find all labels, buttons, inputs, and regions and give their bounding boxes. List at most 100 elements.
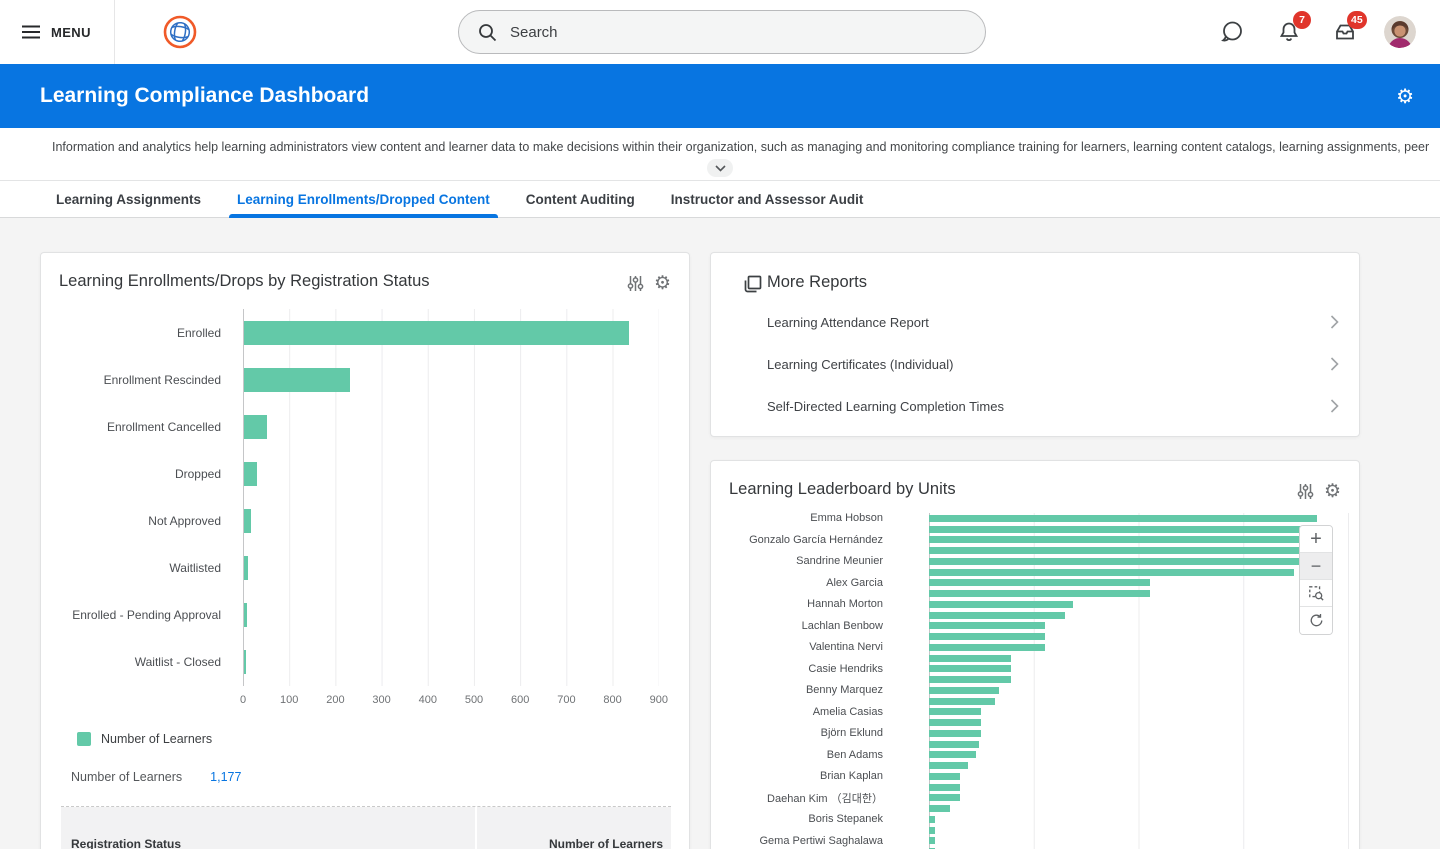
total-value-link[interactable]: 1,177 (210, 770, 241, 784)
bar-alex-garcia-1[interactable] (929, 579, 1150, 586)
learner-name: Ben Adams (731, 750, 906, 761)
bar-casie-hendriks-1[interactable] (929, 665, 1011, 672)
bar-emma-hobson-1[interactable] (929, 515, 1317, 522)
bar-not-approved[interactable] (244, 509, 251, 533)
chart-filter-sliders-icon[interactable] (627, 275, 644, 292)
bar-enrollment-rescinded[interactable] (244, 368, 350, 392)
bar-bj-rn-eklund-2[interactable] (929, 741, 979, 748)
chart-filter-sliders-icon[interactable] (1297, 483, 1314, 500)
report-link-learning-certificates-individual[interactable]: Learning Certificates (Individual) (711, 343, 1361, 385)
enrollments-table-header: Registration Status Number of Learners (61, 806, 671, 849)
bar-enrollment-cancelled[interactable] (244, 415, 267, 439)
bar-dropped[interactable] (244, 462, 257, 486)
learner-name: Daehan Kim （김대한） (731, 793, 906, 804)
bar-hannah-morton-2[interactable] (929, 612, 1065, 619)
learner-name: Casie Hendriks (731, 664, 906, 675)
bar-enrolled-pending-approval[interactable] (244, 603, 247, 627)
marquee-zoom-icon (1308, 585, 1324, 601)
chart-row-dropped: Dropped (41, 450, 681, 497)
bar-amelia-casias-1[interactable] (929, 708, 981, 715)
search-bar[interactable] (458, 10, 986, 54)
bar-casie-hendriks-2[interactable] (929, 676, 1011, 683)
bar-waitlist-closed[interactable] (244, 650, 246, 674)
tab-learning-enrollments-dropped-content[interactable]: Learning Enrollments/Dropped Content (237, 181, 490, 217)
bar-enrolled[interactable] (244, 321, 629, 345)
bar-daehan-kim-2[interactable] (929, 805, 950, 812)
bar-benny-marquez-2[interactable] (929, 698, 995, 705)
table-column-registration-status[interactable]: Registration Status (61, 807, 475, 849)
chart-settings-gear-icon[interactable]: ⚙ (1324, 482, 1341, 501)
bar-lachlan-benbow-1[interactable] (929, 622, 1045, 629)
table-column-number-of-learners[interactable]: Number of Learners (477, 807, 671, 849)
tab-instructor-and-assessor-audit[interactable]: Instructor and Assessor Audit (671, 181, 864, 217)
bar-alex-garcia-2[interactable] (929, 590, 1150, 597)
bar-lachlan-benbow-2[interactable] (929, 633, 1045, 640)
bar-benny-marquez-1[interactable] (929, 687, 999, 694)
tab-learning-assignments[interactable]: Learning Assignments (56, 181, 201, 217)
avatar[interactable] (1384, 16, 1416, 48)
x-tick-label: 100 (280, 694, 298, 706)
x-tick-label: 600 (511, 694, 529, 706)
page-title: Learning Compliance Dashboard (40, 64, 369, 128)
leaderboard-row-ben-adams: Ben Adams (731, 750, 1341, 772)
reports-stack-icon (742, 273, 764, 295)
bar-ben-adams-2[interactable] (929, 762, 968, 769)
menu-label: MENU (51, 25, 91, 40)
search-input[interactable] (510, 24, 940, 41)
dashboard-settings-gear-icon[interactable]: ⚙ (1396, 64, 1414, 128)
company-logo[interactable] (163, 15, 197, 49)
dashboard-description: Information and analytics help learning … (0, 128, 1440, 154)
bar-boris-stepanek-2[interactable] (929, 827, 935, 834)
bar-emma-hobson-2[interactable] (929, 526, 1317, 533)
bar-sandrine-meunier-1[interactable] (929, 558, 1317, 565)
category-label: Dropped (41, 467, 243, 481)
collapse-description-button[interactable] (707, 159, 733, 177)
x-tick-label: 200 (326, 694, 344, 706)
bar-track (243, 497, 659, 544)
chevron-right-icon (1330, 357, 1339, 371)
bar-amelia-casias-2[interactable] (929, 719, 981, 726)
bar-gema-pertiwi-saghalawa-1[interactable] (929, 837, 935, 844)
bar-track (243, 544, 659, 591)
bar-track (243, 450, 659, 497)
tab-content-auditing[interactable]: Content Auditing (526, 181, 635, 217)
report-link-learning-attendance-report[interactable]: Learning Attendance Report (711, 301, 1361, 343)
bar-valentina-nervi-1[interactable] (929, 644, 1045, 651)
zoom-reset-button[interactable] (1300, 607, 1332, 634)
learner-name: Valentina Nervi (731, 642, 906, 653)
leaderboard-row-daehan-kim: Daehan Kim （김대한） (731, 793, 1341, 815)
leaderboard-row-sandrine-meunier: Sandrine Meunier (731, 556, 1341, 578)
bar-bj-rn-eklund-1[interactable] (929, 730, 981, 737)
bar-boris-stepanek-1[interactable] (929, 816, 935, 823)
zoom-in-button[interactable]: + (1300, 526, 1332, 553)
chart-settings-gear-icon[interactable]: ⚙ (654, 274, 671, 293)
zoom-select-button[interactable] (1300, 580, 1332, 607)
bar-waitlisted[interactable] (244, 556, 248, 580)
bar-track (243, 639, 659, 686)
bar-gonzalo-garc-a-hern-ndez-2[interactable] (929, 547, 1317, 554)
bar-brian-kaplan-1[interactable] (929, 773, 960, 780)
chat-icon[interactable] (1220, 20, 1244, 44)
learner-name: Amelia Casias (731, 707, 906, 718)
bar-hannah-morton-1[interactable] (929, 601, 1073, 608)
leaderboard-row-valentina-nervi: Valentina Nervi (731, 642, 1341, 664)
bar-daehan-kim-1[interactable] (929, 794, 960, 801)
report-link-self-directed-learning-completion-times[interactable]: Self-Directed Learning Completion Times (711, 385, 1361, 427)
bar-ben-adams-1[interactable] (929, 751, 976, 758)
top-bar: MENU 7 45 (0, 0, 1440, 64)
bar-valentina-nervi-2[interactable] (929, 655, 1011, 662)
bar-gonzalo-garc-a-hern-ndez-1[interactable] (929, 536, 1317, 543)
bar-brian-kaplan-2[interactable] (929, 784, 960, 791)
learner-name: Lachlan Benbow (731, 621, 906, 632)
enrollments-chart: EnrolledEnrollment RescindedEnrollment C… (41, 309, 681, 686)
chart-row-waitlist-closed: Waitlist - Closed (41, 639, 681, 686)
enrollments-card: Learning Enrollments/Drops by Registrati… (40, 252, 690, 849)
learner-name: Alex Garcia (731, 578, 906, 589)
zoom-out-button[interactable]: − (1300, 553, 1332, 580)
leaderboard-row-gema-pertiwi-saghalawa: Gema Pertiwi Saghalawa (731, 836, 1341, 849)
leaderboard-row-boris-stepanek: Boris Stepanek (731, 814, 1341, 836)
chart-row-enrollment-rescinded: Enrollment Rescinded (41, 356, 681, 403)
menu-button[interactable]: MENU (22, 0, 91, 64)
bar-sandrine-meunier-2[interactable] (929, 569, 1294, 576)
legend-swatch (77, 732, 91, 746)
